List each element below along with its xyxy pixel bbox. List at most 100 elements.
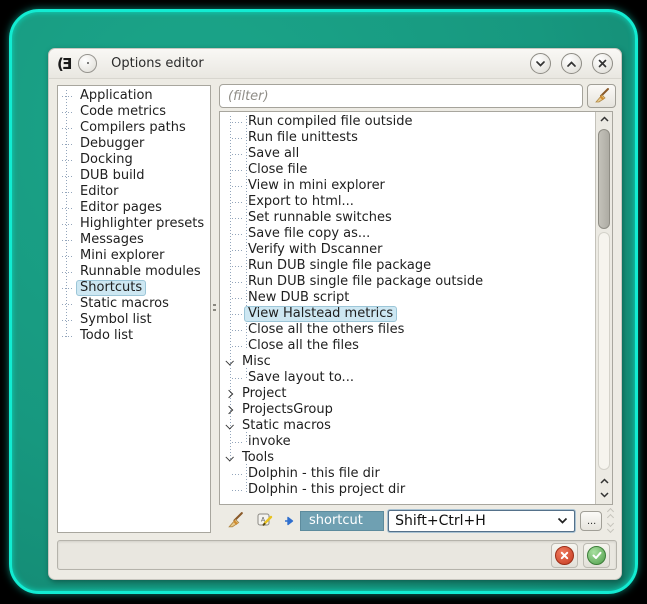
tree-item-label: Close all the files — [244, 338, 363, 354]
coedit-logo-icon: (Ǝ — [57, 55, 70, 73]
filter-input[interactable] — [219, 84, 583, 108]
tree-item[interactable]: invoke — [220, 434, 595, 450]
tree-item[interactable]: New DUB script — [220, 290, 595, 306]
tree-connector — [232, 186, 244, 187]
sidebar-item-mini-explorer[interactable]: Mini explorer — [58, 248, 210, 264]
tree-connector — [232, 138, 244, 139]
tree-category[interactable]: Tools — [220, 450, 595, 466]
scrollbar-up-button-2[interactable] — [596, 474, 612, 488]
titlebar[interactable]: (Ǝ Options editor — [49, 49, 621, 79]
tree-item[interactable]: Save layout to... — [220, 370, 595, 386]
chevron-down-icon — [600, 492, 609, 498]
scrollbar-thumb[interactable] — [598, 129, 610, 229]
tree-connector — [232, 330, 244, 331]
tree-item[interactable]: Dolphin - this project dir — [220, 482, 595, 498]
tree-connector — [62, 256, 74, 257]
shortcut-value-combobox[interactable]: Shift+Ctrl+H — [388, 510, 575, 532]
sidebar-item-editor-pages[interactable]: Editor pages — [58, 200, 210, 216]
sidebar-item-todo-list[interactable]: Todo list — [58, 328, 210, 344]
tree-item-label: ProjectsGroup — [238, 402, 337, 418]
sidebar-item-application[interactable]: Application — [58, 88, 210, 104]
scrollbar-track[interactable] — [598, 232, 610, 470]
tree-item[interactable]: Close all the files — [220, 338, 595, 354]
sidebar-item-code-metrics[interactable]: Code metrics — [58, 104, 210, 120]
sidebar-item-label: Shortcuts — [76, 280, 146, 296]
sidebar-item-debugger[interactable]: Debugger — [58, 136, 210, 152]
sidebar-item-editor[interactable]: Editor — [58, 184, 210, 200]
splitter-handle[interactable] — [213, 304, 216, 314]
tree-category[interactable]: Project — [220, 386, 595, 402]
tree-category[interactable]: Misc — [220, 354, 595, 370]
tree-item-label: New DUB script — [244, 290, 353, 306]
sidebar-item-dub-build[interactable]: DUB build — [58, 168, 210, 184]
tree-connector — [62, 272, 74, 273]
clear-filter-button[interactable] — [587, 84, 616, 108]
tree-item[interactable]: View in mini explorer — [220, 178, 595, 194]
tree-scrollbar[interactable] — [595, 112, 612, 504]
tree-item[interactable]: View Halstead metrics — [220, 306, 595, 322]
tree-item-label: Save all — [244, 146, 303, 162]
sidebar-item-docking[interactable]: Docking — [58, 152, 210, 168]
tree-item[interactable]: Dolphin - this file dir — [220, 466, 595, 482]
tree-item[interactable]: Set runnable switches — [220, 210, 595, 226]
cancel-button[interactable] — [551, 543, 578, 568]
sidebar-item-symbol-list[interactable]: Symbol list — [58, 312, 210, 328]
scrollbar-up-button[interactable] — [596, 112, 612, 126]
tree-connector — [232, 234, 244, 235]
sidebar-item-label: Symbol list — [76, 312, 156, 328]
tree-item[interactable]: Close file — [220, 162, 595, 178]
categories-list: ApplicationCode metricsCompilers pathsDe… — [57, 85, 211, 533]
unshade-button[interactable] — [561, 53, 582, 74]
ellipsis-button[interactable]: ... — [580, 511, 602, 531]
sidebar-item-highlighter-presets[interactable]: Highlighter presets — [58, 216, 210, 232]
tree-item-label: Run compiled file outside — [244, 114, 417, 130]
options-editor-window: (Ǝ Options editor ApplicationCode metric… — [48, 48, 622, 580]
tree-item-label: Static macros — [238, 418, 335, 434]
tree-item[interactable]: Save all — [220, 146, 595, 162]
sidebar-item-compilers-paths[interactable]: Compilers paths — [58, 120, 210, 136]
tree-item[interactable]: Verify with Dscanner — [220, 242, 595, 258]
ok-button[interactable] — [583, 543, 610, 568]
collapse-chevron-icon[interactable] — [225, 357, 233, 365]
edit-shortcut-button[interactable]: A — [257, 512, 274, 529]
chevron-down-icon — [557, 517, 568, 524]
property-name-cell[interactable]: shortcut — [300, 511, 384, 531]
tree-item[interactable]: Run compiled file outside — [220, 114, 595, 130]
close-icon — [598, 59, 607, 68]
window-menu-button[interactable] — [78, 54, 97, 73]
tree-item[interactable]: Run DUB single file package — [220, 258, 595, 274]
tree-item-label: Run file unittests — [244, 130, 362, 146]
tree-item[interactable]: Export to html... — [220, 194, 595, 210]
tree-item-label: View in mini explorer — [244, 178, 389, 194]
sidebar-item-runnable-modules[interactable]: Runnable modules — [58, 264, 210, 280]
reset-shortcut-button[interactable] — [226, 511, 245, 530]
shade-button[interactable] — [530, 53, 551, 74]
scrollbar-down-button[interactable] — [596, 488, 612, 502]
tree-connector — [62, 192, 74, 193]
tree-item[interactable]: Close all the others files — [220, 322, 595, 338]
sidebar-item-label: DUB build — [76, 168, 149, 184]
close-button[interactable] — [592, 53, 613, 74]
tree-item-label: Export to html... — [244, 194, 358, 210]
tree-connector — [232, 154, 244, 155]
sidebar-item-static-macros[interactable]: Static macros — [58, 296, 210, 312]
tree-connector — [62, 320, 74, 321]
expand-chevron-icon[interactable] — [225, 406, 233, 414]
collapse-chevron-icon[interactable] — [225, 453, 233, 461]
sidebar-item-messages[interactable]: Messages — [58, 232, 210, 248]
tree-item[interactable]: Run DUB single file package outside — [220, 274, 595, 290]
tree-connector — [232, 442, 244, 443]
tree-connector — [232, 218, 244, 219]
tree-item[interactable]: Run file unittests — [220, 130, 595, 146]
collapse-chevron-icon[interactable] — [225, 421, 233, 429]
disabled-scrollbar — [608, 509, 613, 532]
tree-item-label: invoke — [244, 434, 295, 450]
tree-connector — [232, 474, 244, 475]
tree-item[interactable]: Save file copy as... — [220, 226, 595, 242]
shortcuts-tree: Run compiled file outsideRun file unitte… — [219, 111, 613, 505]
expand-chevron-icon[interactable] — [225, 390, 233, 398]
chevron-up-icon — [566, 60, 577, 68]
sidebar-item-shortcuts[interactable]: Shortcuts — [58, 280, 210, 296]
tree-category[interactable]: ProjectsGroup — [220, 402, 595, 418]
tree-category[interactable]: Static macros — [220, 418, 595, 434]
